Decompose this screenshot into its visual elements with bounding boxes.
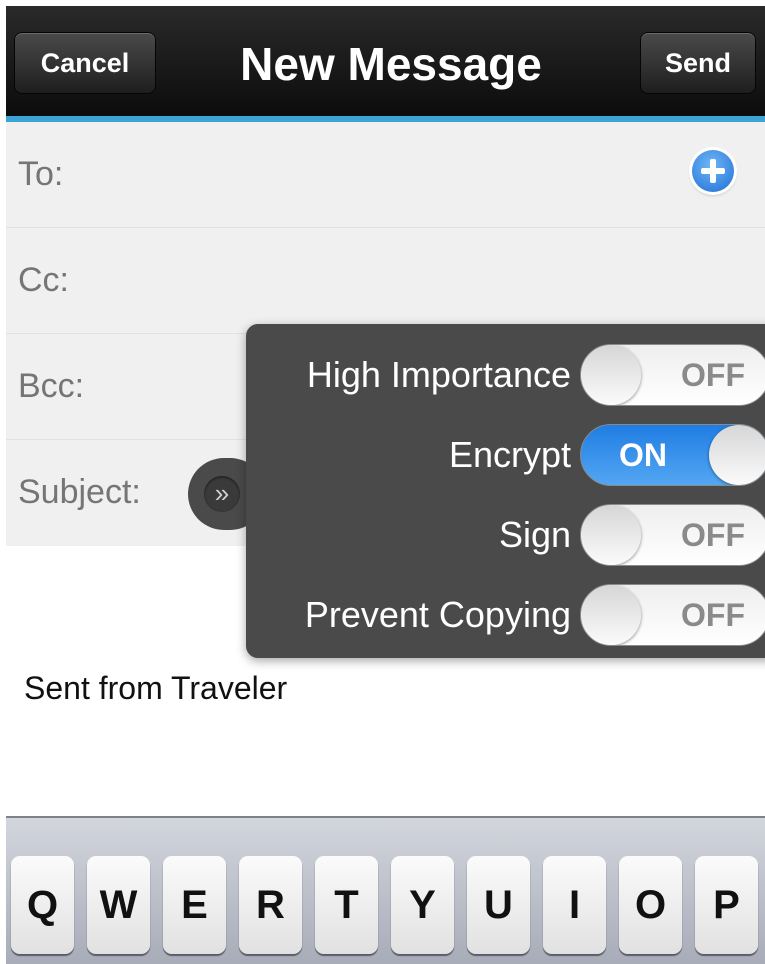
double-chevron-right-icon[interactable]: » — [204, 476, 240, 512]
toggle-state-text: OFF — [681, 596, 745, 633]
cancel-button[interactable]: Cancel — [14, 32, 156, 94]
page-title: New Message — [240, 38, 542, 90]
option-row-high-importance: High Importance OFF — [246, 340, 765, 410]
toggle-knob — [581, 505, 641, 565]
high-importance-label: High Importance — [306, 354, 571, 395]
message-body-signature[interactable]: Sent from Traveler — [24, 670, 287, 707]
key-t[interactable]: T — [315, 856, 378, 954]
key-r[interactable]: R — [239, 856, 302, 954]
key-p[interactable]: P — [695, 856, 758, 954]
key-q[interactable]: Q — [11, 856, 74, 954]
key-y[interactable]: Y — [391, 856, 454, 954]
key-o[interactable]: O — [619, 856, 682, 954]
key-i[interactable]: I — [543, 856, 606, 954]
sign-toggle[interactable]: OFF — [580, 504, 765, 566]
option-row-encrypt: Encrypt ON — [246, 420, 765, 490]
to-field[interactable]: To: — [6, 122, 765, 228]
high-importance-toggle[interactable]: OFF — [580, 344, 765, 406]
toggle-state-text: OFF — [681, 356, 745, 393]
sign-label: Sign — [498, 514, 571, 555]
encrypt-label: Encrypt — [448, 434, 571, 475]
bcc-label: Bcc: — [18, 367, 85, 405]
add-recipient-icon[interactable] — [692, 150, 734, 192]
subject-label: Subject: — [18, 473, 141, 511]
keyboard: Q W E R T Y U I O P — [6, 816, 765, 964]
option-row-prevent-copying: Prevent Copying OFF — [246, 580, 765, 650]
screen: Cancel New Message Send To: Cc: Bcc: Sub… — [6, 6, 765, 964]
prevent-copying-toggle[interactable]: OFF — [580, 584, 765, 646]
to-label: To: — [18, 155, 64, 193]
encrypt-toggle[interactable]: ON — [580, 424, 765, 486]
cc-field[interactable]: Cc: — [6, 228, 765, 334]
toggle-knob — [581, 585, 641, 645]
toggle-knob — [581, 345, 641, 405]
key-w[interactable]: W — [87, 856, 150, 954]
option-row-sign: Sign OFF — [246, 500, 765, 570]
navigation-bar: Cancel New Message Send — [6, 6, 765, 116]
key-u[interactable]: U — [467, 856, 530, 954]
cc-label: Cc: — [18, 261, 69, 299]
toggle-state-text: OFF — [681, 516, 745, 553]
toggle-state-text: ON — [619, 436, 667, 473]
send-button[interactable]: Send — [640, 32, 756, 94]
toggle-knob — [709, 425, 765, 485]
prevent-copying-label: Prevent Copying — [304, 594, 571, 635]
key-e[interactable]: E — [163, 856, 226, 954]
